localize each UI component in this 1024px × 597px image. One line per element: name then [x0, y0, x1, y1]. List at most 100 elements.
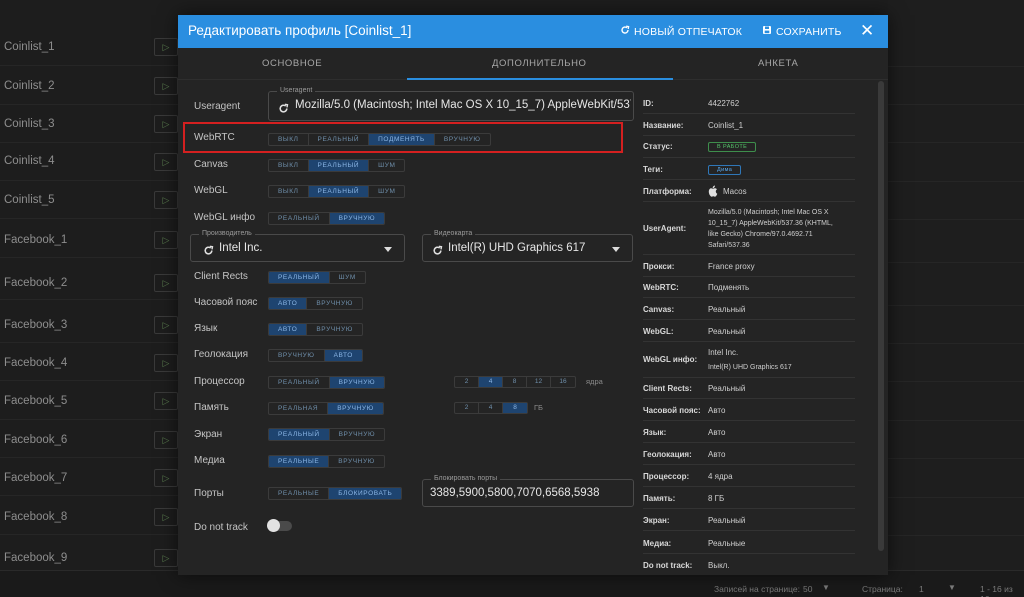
play-icon[interactable]: ▷ — [154, 392, 178, 410]
play-icon[interactable]: ▷ — [154, 38, 178, 56]
vendor-select[interactable]: Производитель Intel Inc. — [190, 230, 405, 262]
page-select[interactable]: 1 — [919, 584, 924, 594]
chevron-down-icon[interactable]: ▼ — [948, 583, 956, 592]
list-item[interactable]: Facebook_7 ▷ — [0, 458, 180, 496]
chevron-down-icon[interactable]: ▼ — [822, 583, 830, 592]
option-auto[interactable]: АВТО — [324, 350, 362, 361]
cores-option[interactable]: 8 — [503, 377, 527, 387]
option-real[interactable]: РЕАЛЬНЫЙ — [308, 160, 370, 171]
cpu-cores-selector[interactable]: 2 4 8 12 16 — [454, 376, 576, 388]
save-button[interactable]: СОХРАНИТЬ — [762, 25, 842, 38]
cores-option[interactable]: 2 — [455, 377, 479, 387]
refresh-icon[interactable] — [203, 243, 214, 261]
tab-questionnaire[interactable]: АНКЕТА — [758, 58, 799, 69]
option-manual[interactable]: ВРУЧНУЮ — [269, 350, 325, 361]
option-auto[interactable]: АВТО — [269, 324, 308, 335]
option-spoof[interactable]: ПОДМЕНЯТЬ — [369, 134, 435, 145]
option-manual[interactable]: ВРУЧНУЮ — [329, 456, 384, 467]
per-page-select[interactable]: 50 — [803, 584, 812, 594]
tab-basic[interactable]: ОСНОВНОЕ — [262, 58, 322, 69]
option-real[interactable]: РЕАЛЬНЫЙ — [308, 186, 370, 197]
list-item[interactable]: Coinlist_2 ▷ — [0, 67, 180, 105]
play-icon[interactable]: ▷ — [154, 231, 178, 249]
tab-advanced[interactable]: ДОПОЛНИТЕЛЬНО — [492, 58, 587, 69]
list-item[interactable]: Facebook_6 ▷ — [0, 420, 180, 458]
option-block[interactable]: БЛОКИРОВАТЬ — [329, 488, 402, 499]
client-rects-selector[interactable]: РЕАЛЬНЫЙ ШУМ — [268, 271, 366, 284]
play-icon[interactable]: ▷ — [154, 77, 178, 95]
refresh-icon[interactable] — [278, 101, 289, 119]
cores-option[interactable]: 16 — [551, 377, 575, 387]
scrollbar[interactable] — [878, 81, 884, 551]
option-off[interactable]: ВЫКЛ — [269, 134, 309, 145]
memory-option[interactable]: 2 — [455, 403, 479, 413]
close-icon[interactable]: ✕ — [860, 21, 874, 41]
option-real[interactable]: РЕАЛЬНЫЕ — [269, 456, 330, 467]
option-manual[interactable]: ВРУЧНУЮ — [330, 429, 385, 440]
list-item[interactable]: Facebook_8 ▷ — [0, 497, 180, 535]
memory-option[interactable]: 4 — [479, 403, 503, 413]
chevron-down-icon[interactable] — [384, 247, 392, 252]
list-item[interactable]: Facebook_2 ▷ — [0, 262, 180, 300]
option-real[interactable]: РЕАЛЬНЫЕ — [269, 488, 330, 499]
timezone-selector[interactable]: АВТО ВРУЧНУЮ — [268, 297, 363, 310]
canvas-selector[interactable]: ВЫКЛ РЕАЛЬНЫЙ ШУМ — [268, 159, 406, 172]
option-noise[interactable]: ШУМ — [369, 160, 404, 171]
list-item[interactable]: Facebook_5 ▷ — [0, 382, 180, 420]
option-off[interactable]: ВЫКЛ — [269, 160, 309, 171]
memory-size-selector[interactable]: 2 4 8 — [454, 402, 528, 414]
cores-option[interactable]: 12 — [527, 377, 551, 387]
ports-selector[interactable]: РЕАЛЬНЫЕ БЛОКИРОВАТЬ — [268, 487, 403, 500]
option-real[interactable]: РЕАЛЬНЫЙ — [269, 377, 330, 388]
option-auto[interactable]: АВТО — [269, 298, 308, 309]
option-noise[interactable]: ШУМ — [369, 186, 404, 197]
option-manual[interactable]: ВРУЧНУЮ — [329, 213, 385, 224]
play-icon[interactable]: ▷ — [154, 549, 178, 567]
list-item[interactable]: Facebook_3 ▷ — [0, 305, 180, 343]
useragent-field[interactable]: Useragent Mozilla/5.0 (Macintosh; Intel … — [268, 87, 634, 121]
cores-option[interactable]: 4 — [479, 377, 503, 387]
option-manual[interactable]: ВРУЧНУЮ — [307, 324, 362, 335]
option-real[interactable]: РЕАЛЬНЫЙ — [269, 429, 330, 440]
list-item[interactable]: Coinlist_1 ▷ — [0, 28, 180, 66]
play-icon[interactable]: ▷ — [154, 316, 178, 334]
play-icon[interactable]: ▷ — [154, 508, 178, 526]
memory-option[interactable]: 8 — [503, 403, 527, 413]
memory-selector[interactable]: РЕАЛЬНАЯ ВРУЧНУЮ — [268, 402, 384, 415]
new-fingerprint-button[interactable]: НОВЫЙ ОТПЕЧАТОК — [620, 25, 742, 38]
list-item[interactable]: Coinlist_4 ▷ — [0, 143, 180, 181]
list-item[interactable]: Coinlist_5 ▷ — [0, 181, 180, 219]
option-manual[interactable]: ВРУЧНУЮ — [435, 134, 490, 145]
media-selector[interactable]: РЕАЛЬНЫЕ ВРУЧНУЮ — [268, 455, 385, 468]
play-icon[interactable]: ▷ — [154, 354, 178, 372]
option-real[interactable]: РЕАЛЬНАЯ — [269, 403, 329, 414]
option-real[interactable]: РЕАЛЬНЫЙ — [269, 213, 330, 224]
option-noise[interactable]: ШУМ — [330, 272, 365, 283]
list-item[interactable]: Facebook_4 ▷ — [0, 343, 180, 381]
list-item[interactable]: Facebook_1 ▷ — [0, 220, 180, 258]
dnt-toggle[interactable] — [267, 519, 292, 532]
play-icon[interactable]: ▷ — [154, 191, 178, 209]
option-manual[interactable]: ВРУЧНУЮ — [328, 403, 383, 414]
gpu-select[interactable]: Видеокарта Intel(R) UHD Graphics 617 — [422, 230, 633, 262]
list-item[interactable]: Facebook_9 ▷ — [0, 535, 180, 573]
play-icon[interactable]: ▷ — [154, 431, 178, 449]
option-manual[interactable]: ВРУЧНУЮ — [329, 377, 385, 388]
list-item[interactable]: Coinlist_3 ▷ — [0, 105, 180, 143]
play-icon[interactable]: ▷ — [154, 469, 178, 487]
screen-selector[interactable]: РЕАЛЬНЫЙ ВРУЧНУЮ — [268, 428, 386, 441]
play-icon[interactable]: ▷ — [154, 274, 178, 292]
chevron-down-icon[interactable] — [612, 247, 620, 252]
option-manual[interactable]: ВРУЧНУЮ — [307, 298, 362, 309]
webgl-selector[interactable]: ВЫКЛ РЕАЛЬНЫЙ ШУМ — [268, 185, 406, 198]
language-selector[interactable]: АВТО ВРУЧНУЮ — [268, 323, 363, 336]
play-icon[interactable]: ▷ — [154, 115, 178, 133]
webrtc-selector[interactable]: ВЫКЛ РЕАЛЬНЫЙ ПОДМЕНЯТЬ ВРУЧНУЮ — [268, 133, 491, 146]
cpu-selector[interactable]: РЕАЛЬНЫЙ ВРУЧНУЮ — [268, 376, 386, 389]
option-off[interactable]: ВЫКЛ — [269, 186, 309, 197]
play-icon[interactable]: ▷ — [154, 153, 178, 171]
webgl-info-selector[interactable]: РЕАЛЬНЫЙ ВРУЧНУЮ — [268, 212, 386, 225]
option-real[interactable]: РЕАЛЬНЫЙ — [309, 134, 370, 145]
blocked-ports-input[interactable]: Блокировать порты 3389,5900,5800,7070,65… — [422, 475, 634, 507]
geolocation-selector[interactable]: ВРУЧНУЮ АВТО — [268, 349, 363, 362]
